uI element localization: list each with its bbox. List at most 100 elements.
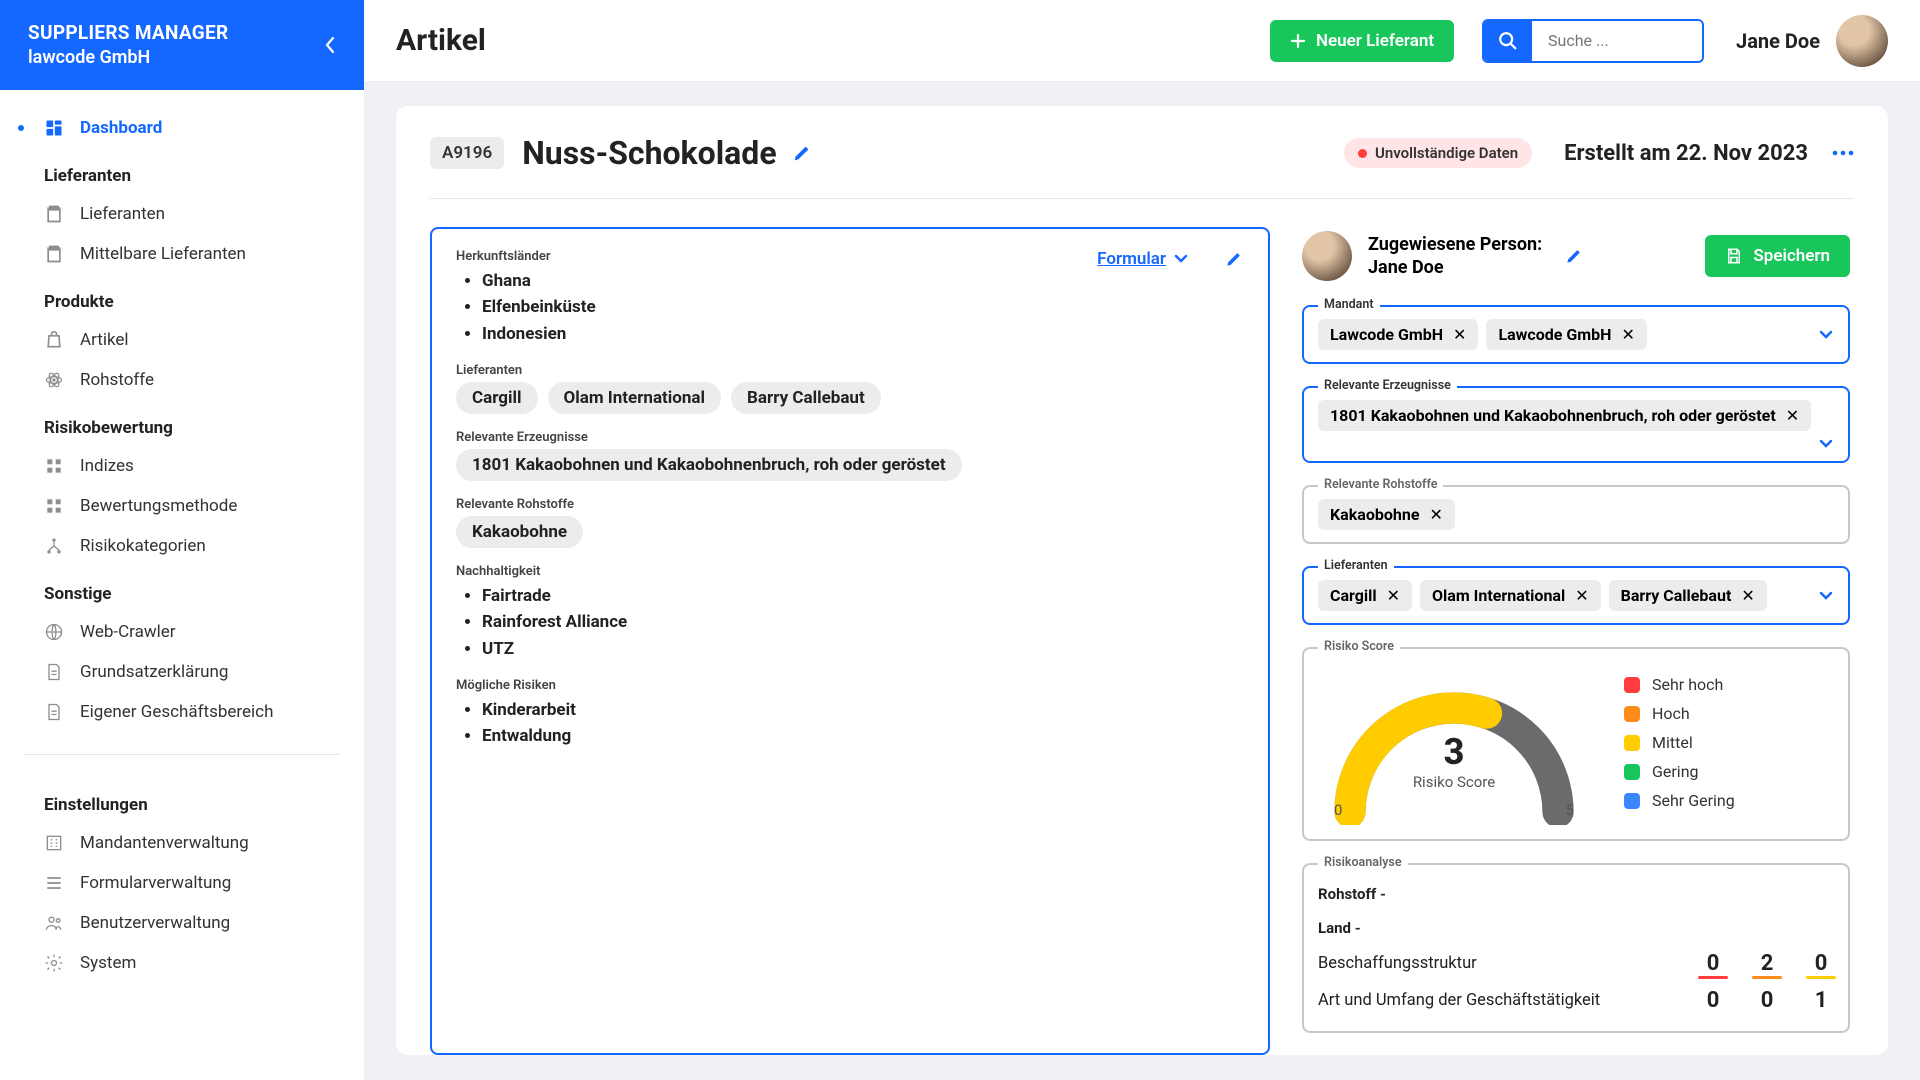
supplier-chip[interactable]: Olam International✕ (1420, 580, 1601, 611)
material-chip[interactable]: Kakaobohne✕ (1318, 499, 1455, 530)
new-supplier-button[interactable]: Neuer Lieferant (1270, 20, 1454, 62)
more-options-button[interactable] (1832, 150, 1854, 156)
nav-section-products: Produkte (0, 274, 364, 320)
form-dropdown-link[interactable]: Formular (1097, 249, 1188, 269)
legend-swatch (1624, 793, 1640, 809)
sidebar-item-label: Rohstoffe (80, 370, 154, 390)
risk-gauge: 3 Risiko Score 0 5 (1324, 669, 1584, 819)
remove-chip-icon[interactable]: ✕ (1453, 325, 1466, 344)
gauge-max: 5 (1566, 801, 1574, 819)
sidebar-item-label: Lieferanten (80, 204, 165, 224)
list-item: Rainforest Alliance (482, 609, 1244, 635)
analysis-rohstoff: Rohstoff - (1318, 877, 1834, 911)
sidebar-item-indirect-suppliers[interactable]: Mittelbare Lieferanten (0, 234, 364, 274)
remove-chip-icon[interactable]: ✕ (1741, 586, 1754, 605)
sidebar-item-web-crawler[interactable]: Web-Crawler (0, 612, 364, 652)
supplier-chip[interactable]: Barry Callebaut✕ (1609, 580, 1767, 611)
products-heading: Relevante Erzeugnisse (456, 430, 1244, 445)
status-badge: Unvollständige Daten (1344, 138, 1532, 168)
sidebar-item-raw-materials[interactable]: Rohstoffe (0, 360, 364, 400)
plus-icon (1290, 33, 1306, 49)
analysis-land: Land - (1318, 911, 1834, 945)
chevron-left-icon (324, 36, 336, 54)
document-icon (44, 662, 64, 682)
sidebar-item-label: System (80, 953, 136, 973)
field-expand-button[interactable] (1818, 330, 1834, 340)
countries-heading: Herkunftsländer (456, 249, 596, 264)
products-field[interactable]: Relevante Erzeugnisse 1801 Kakaobohnen u… (1302, 386, 1850, 463)
pencil-icon (1564, 246, 1584, 266)
list-item: Fairtrade (482, 583, 1244, 609)
list-item: Kinderarbeit (482, 697, 1244, 723)
remove-chip-icon[interactable]: ✕ (1621, 325, 1634, 344)
document-icon (44, 702, 64, 722)
edit-title-button[interactable] (791, 142, 813, 164)
building-icon (44, 833, 64, 853)
nav-section-settings: Einstellungen (0, 777, 364, 823)
assignee-label: Zugewiesene Person: (1368, 233, 1542, 256)
sidebar-item-own-business-area[interactable]: Eigener Geschäftsbereich (0, 692, 364, 732)
edit-assignee-button[interactable] (1564, 246, 1584, 266)
sidebar-collapse-button[interactable] (324, 36, 336, 54)
sidebar-item-dashboard[interactable]: Dashboard (0, 108, 364, 148)
sidebar-item-suppliers[interactable]: Lieferanten (0, 194, 364, 234)
more-horizontal-icon (1832, 150, 1854, 156)
article-title: Nuss-Schokolade (522, 134, 776, 172)
created-date: Erstellt am 22. Nov 2023 (1564, 141, 1808, 166)
clipboard-icon (44, 204, 64, 224)
list-item: Ghana (482, 268, 596, 294)
sidebar-item-principle-statement[interactable]: Grundsatzerklärung (0, 652, 364, 692)
product-chip[interactable]: 1801 Kakaobohnen und Kakaobohnenbruch, r… (1318, 400, 1811, 431)
remove-chip-icon[interactable]: ✕ (1575, 586, 1588, 605)
field-legend: Relevante Erzeugnisse (1318, 378, 1457, 393)
sidebar-item-method[interactable]: Bewertungsmethode (0, 486, 364, 526)
avatar[interactable] (1836, 15, 1888, 67)
analysis-row-label: Art und Umfang der Geschäftstätigkeit (1318, 991, 1600, 1010)
field-expand-button[interactable] (1818, 591, 1834, 601)
chevron-down-icon (1818, 439, 1834, 449)
field-legend: Lieferanten (1318, 558, 1394, 573)
analysis-value: 0 (1808, 951, 1834, 976)
search-button[interactable] (1484, 21, 1532, 61)
sidebar-item-form-management[interactable]: Formularverwaltung (0, 863, 364, 903)
list-item: Indonesien (482, 321, 596, 347)
supplier-chip[interactable]: Cargill✕ (1318, 580, 1412, 611)
mandant-chip[interactable]: Lawcode GmbH✕ (1486, 319, 1646, 350)
risk-analysis-box: Risikoanalyse Rohstoff - Land - Beschaff… (1302, 863, 1850, 1033)
legend-swatch (1624, 677, 1640, 693)
remove-chip-icon[interactable]: ✕ (1387, 586, 1400, 605)
search-input[interactable] (1532, 21, 1702, 61)
materials-heading: Relevante Rohstoffe (456, 497, 1244, 512)
remove-chip-icon[interactable]: ✕ (1429, 505, 1442, 524)
suppliers-heading: Lieferanten (456, 363, 1244, 378)
sustainability-list: Fairtrade Rainforest Alliance UTZ (456, 583, 1244, 662)
bag-icon (44, 330, 64, 350)
analysis-value: 0 (1700, 951, 1726, 976)
sidebar-item-label: Bewertungsmethode (80, 496, 237, 516)
sidebar-item-risk-categories[interactable]: Risikokategorien (0, 526, 364, 566)
materials-field[interactable]: Relevante Rohstoffe Kakaobohne✕ (1302, 485, 1850, 544)
sidebar-item-client-management[interactable]: Mandantenverwaltung (0, 823, 364, 863)
risks-list: Kinderarbeit Entwaldung (456, 697, 1244, 750)
sidebar-item-system[interactable]: System (0, 943, 364, 983)
mandant-chip[interactable]: Lawcode GmbH✕ (1318, 319, 1478, 350)
nav-section-other: Sonstige (0, 566, 364, 612)
pencil-icon (791, 142, 813, 164)
remove-chip-icon[interactable]: ✕ (1786, 406, 1799, 425)
edit-panel-button[interactable] (1224, 249, 1244, 269)
material-tag: Kakaobohne (456, 516, 583, 548)
sidebar-item-articles[interactable]: Artikel (0, 320, 364, 360)
sidebar-item-label: Indizes (80, 456, 134, 476)
sidebar-item-indices[interactable]: Indizes (0, 446, 364, 486)
mandant-field[interactable]: Mandant Lawcode GmbH✕ Lawcode GmbH✕ (1302, 305, 1850, 364)
analysis-row-label: Beschaffungsstruktur (1318, 954, 1477, 973)
save-button[interactable]: Speichern (1705, 235, 1850, 277)
sidebar-item-user-management[interactable]: Benutzerverwaltung (0, 903, 364, 943)
supplier-tag: Olam International (548, 382, 722, 414)
suppliers-field[interactable]: Lieferanten Cargill✕ Olam International✕… (1302, 566, 1850, 625)
field-expand-button[interactable] (1818, 439, 1834, 449)
risks-heading: Mögliche Risiken (456, 678, 1244, 693)
analysis-value: 1 (1808, 988, 1834, 1013)
field-legend: Risiko Score (1318, 639, 1400, 654)
field-legend: Relevante Rohstoffe (1318, 477, 1443, 492)
